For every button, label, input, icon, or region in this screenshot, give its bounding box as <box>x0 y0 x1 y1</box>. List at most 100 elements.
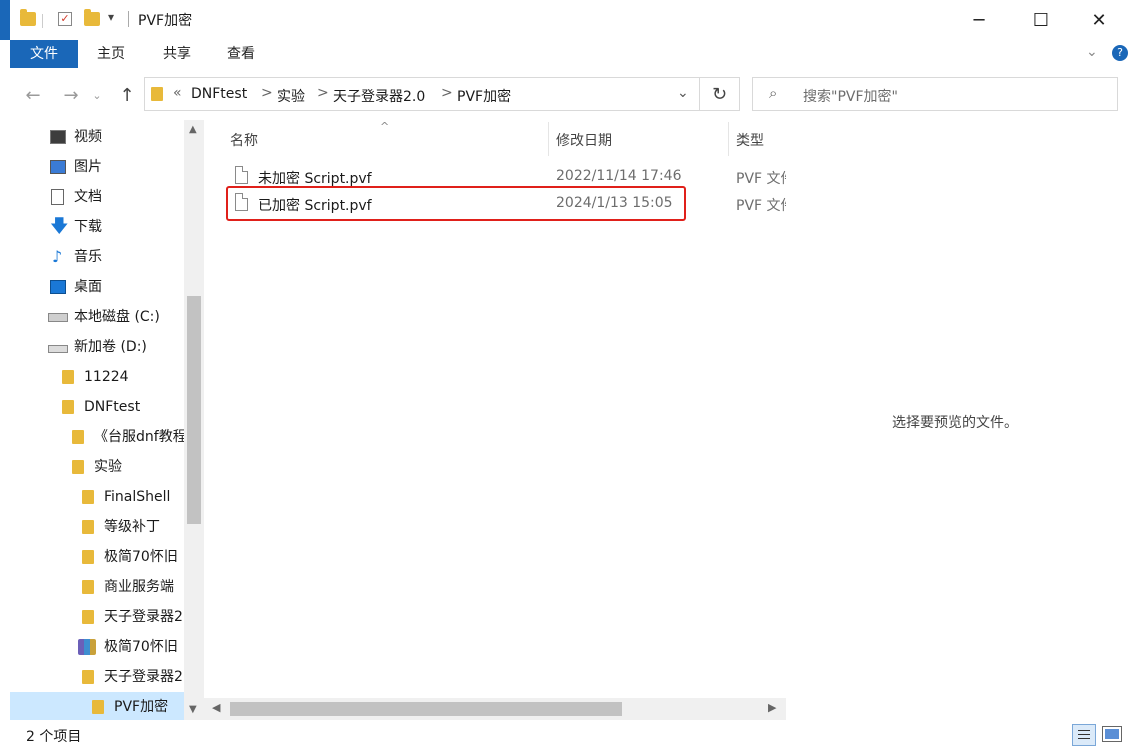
pictures-icon <box>50 160 66 174</box>
tree-item-commercial-server[interactable]: 商业服务端 <box>82 572 184 602</box>
folder-icon <box>82 580 94 594</box>
tree-item-11224[interactable]: 11224 <box>62 362 184 392</box>
column-divider[interactable] <box>728 122 729 156</box>
details-view-icon <box>1078 730 1090 731</box>
nav-item-downloads[interactable]: 🡇 下载 <box>48 212 184 242</box>
file-date: 2022/11/14 17:46 <box>556 168 682 184</box>
nav-item-music[interactable]: ♪ 音乐 <box>48 242 184 272</box>
back-arrow-icon[interactable]: ← <box>20 82 46 108</box>
documents-icon <box>51 189 64 205</box>
tab-share[interactable]: 共享 <box>154 40 200 68</box>
column-header-date[interactable]: 修改日期 <box>556 130 612 150</box>
minimize-button[interactable]: ─ <box>956 0 1002 40</box>
scroll-thumb[interactable] <box>187 296 201 524</box>
breadcrumb-launcher[interactable]: 天子登录器2.0 <box>333 86 425 106</box>
breadcrumb-overflow[interactable]: « <box>173 85 182 101</box>
scroll-left-icon[interactable]: ◀ <box>212 701 220 714</box>
large-icons-view-icon <box>1105 729 1119 739</box>
scroll-right-icon[interactable]: ▶ <box>768 701 776 714</box>
title-bar: ✓ ▾ PVF加密 ─ ☐ ✕ <box>0 0 1139 40</box>
quick-access-divider <box>42 14 43 28</box>
folder-icon <box>82 610 94 624</box>
breadcrumb-separator[interactable]: > <box>441 85 453 101</box>
video-icon <box>50 130 66 144</box>
preview-message: 选择要预览的文件。 <box>892 415 1018 431</box>
archive-icon <box>78 639 96 655</box>
folder-icon <box>82 550 94 564</box>
tree-item-jijian70-a[interactable]: 极简70怀旧 <box>82 542 184 572</box>
large-icons-view-button[interactable] <box>1102 726 1122 742</box>
nav-item-drive-c[interactable]: 本地磁盘 (C:) <box>48 302 184 332</box>
breadcrumb-pvf[interactable]: PVF加密 <box>457 86 511 106</box>
customize-quick-access-icon[interactable]: ▾ <box>108 10 114 24</box>
forward-arrow-icon[interactable]: → <box>58 82 84 108</box>
tab-file[interactable]: 文件 <box>10 40 78 68</box>
nav-item-drive-d[interactable]: 新加卷 (D:) <box>48 332 184 362</box>
nav-item-documents[interactable]: 文档 <box>48 182 184 212</box>
refresh-icon: ↻ <box>711 83 728 105</box>
folder-icon <box>72 460 84 474</box>
folder-icon <box>82 490 94 504</box>
preview-pane: 选择要预览的文件。 <box>786 120 1139 720</box>
scroll-up-icon[interactable]: ▲ <box>189 124 197 135</box>
details-view-button[interactable] <box>1072 724 1096 746</box>
nav-item-desktop[interactable]: 桌面 <box>48 272 184 302</box>
close-button[interactable]: ✕ <box>1076 0 1122 40</box>
nav-item-pictures[interactable]: 图片 <box>48 152 184 182</box>
folder-icon <box>62 370 74 384</box>
file-type: PVF 文件 <box>736 198 786 214</box>
navigation-pane: 视频 图片 文档 🡇 下载 ♪ 音乐 桌面 本地磁盘 (C:) 新加卷 (D:)… <box>0 120 204 722</box>
drive-d-icon <box>48 345 68 353</box>
address-dropdown-icon[interactable]: ⌄ <box>677 85 689 101</box>
refresh-button[interactable]: ↻ <box>700 77 740 111</box>
nav-item-videos[interactable]: 视频 <box>48 122 184 152</box>
file-name: 未加密 Script.pvf <box>258 171 372 187</box>
item-count: 2 个项目 <box>26 729 82 745</box>
recent-locations-icon[interactable]: ⌄ <box>88 82 106 108</box>
folder-icon <box>20 9 36 26</box>
address-bar[interactable]: « DNFtest > 实验 > 天子登录器2.0 > PVF加密 ⌄ <box>144 77 700 111</box>
column-divider[interactable] <box>548 122 549 156</box>
folder-icon <box>62 400 74 414</box>
up-arrow-icon[interactable]: ↑ <box>114 82 140 108</box>
horizontal-scrollbar[interactable]: ◀ ▶ <box>204 698 786 720</box>
tree-item-jijian70-archive[interactable]: 极简70怀旧 <box>78 632 184 662</box>
scroll-down-icon[interactable]: ▼ <box>189 704 197 715</box>
breadcrumb-separator[interactable]: > <box>317 85 329 101</box>
tree-item-tutorial[interactable]: 《台服dnf教程 <box>72 422 184 452</box>
tree-item-dnftest[interactable]: DNFtest <box>62 392 184 422</box>
tree-item-launcher-b[interactable]: 天子登录器2 <box>82 662 184 692</box>
scroll-thumb[interactable] <box>230 702 622 716</box>
music-icon: ♪ <box>52 247 63 266</box>
new-folder-icon[interactable] <box>84 9 100 26</box>
tree-item-launcher-a[interactable]: 天子登录器2 <box>82 602 184 632</box>
help-icon[interactable]: ? <box>1112 45 1128 61</box>
column-header-name[interactable]: 名称 <box>230 130 258 150</box>
ribbon-tabs: 文件 主页 共享 查看 ⌄ ? <box>0 40 1139 68</box>
nav-scrollbar[interactable]: ▲ ▼ <box>184 120 204 720</box>
file-type: PVF 文件 <box>736 171 786 187</box>
navigation-bar: ← → ⌄ ↑ « DNFtest > 实验 > 天子登录器2.0 > PVF加… <box>0 68 1139 120</box>
tree-item-experiment[interactable]: 实验 <box>72 452 184 482</box>
tree-item-level-patch[interactable]: 等级补丁 <box>82 512 184 542</box>
search-placeholder: 搜索"PVF加密" <box>803 89 898 105</box>
expand-ribbon-icon[interactable]: ⌄ <box>1086 44 1098 60</box>
tree-item-finalshell[interactable]: FinalShell <box>82 482 184 512</box>
breadcrumb-experiment[interactable]: 实验 <box>277 86 305 106</box>
maximize-button[interactable]: ☐ <box>1018 0 1064 40</box>
folder-icon <box>151 87 163 101</box>
tree-item-pvf-selected[interactable]: PVF加密 <box>10 692 184 722</box>
folder-icon <box>92 700 104 714</box>
breadcrumb-separator[interactable]: > <box>261 85 273 101</box>
breadcrumb-dnftest[interactable]: DNFtest <box>191 86 247 102</box>
folder-icon <box>82 520 94 534</box>
file-icon <box>235 166 248 184</box>
column-header-type[interactable]: 类型 <box>736 130 764 150</box>
properties-check-icon[interactable]: ✓ <box>58 12 72 26</box>
search-icon: ⌕ <box>769 84 778 102</box>
tab-home[interactable]: 主页 <box>88 40 134 68</box>
search-input[interactable]: ⌕ 搜索"PVF加密" <box>752 77 1118 111</box>
drive-c-icon <box>48 313 68 322</box>
download-icon: 🡇 <box>50 216 69 237</box>
tab-view[interactable]: 查看 <box>218 40 264 68</box>
